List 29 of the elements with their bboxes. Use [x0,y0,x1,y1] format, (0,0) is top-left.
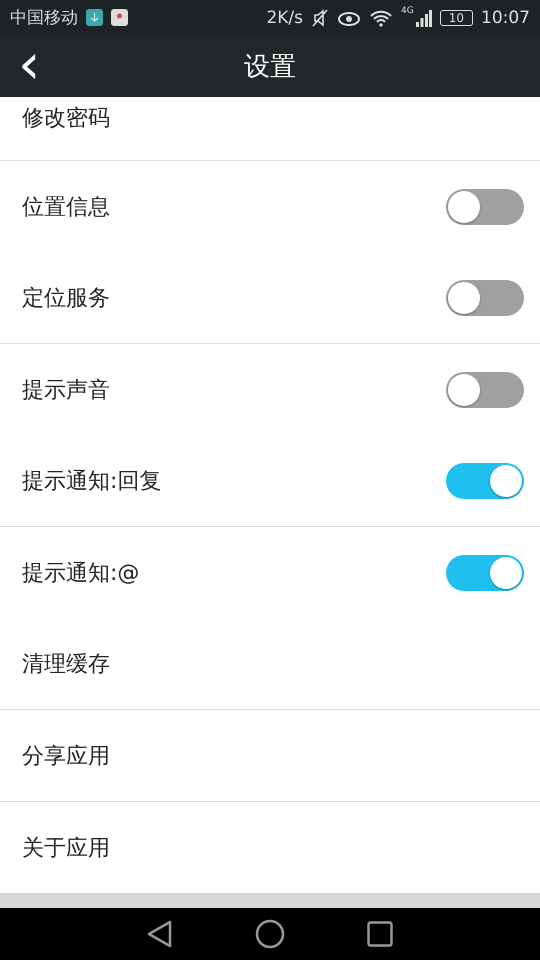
network-type: 4G [401,6,414,16]
toggle-switch[interactable] [446,462,524,499]
setting-label: 提示通知:@ [22,560,140,588]
back-nav-icon[interactable] [147,920,173,948]
toggle-switch[interactable] [446,188,524,225]
network-speed: 2K/s [266,8,304,28]
toggle-switch[interactable] [446,372,524,408]
setting-label[interactable]: 清理缓存 [22,648,524,679]
wifi-icon [369,8,394,27]
download-icon [86,9,103,26]
toggle-switch[interactable] [446,554,524,591]
toggle-switch[interactable] [446,280,524,316]
recents-icon[interactable] [367,920,393,947]
carrier: 中国移动 [10,7,78,30]
setting-label: 提示声音 [22,376,111,405]
mute-icon [311,8,330,27]
back-button[interactable]: ‹ [12,43,46,88]
setting-label[interactable]: 分享应用 [22,740,524,771]
setting-label: 提示通知:回复 [22,468,162,496]
setting-label[interactable]: 修改密码 [22,103,524,134]
setting-label[interactable]: 关于应用 [22,832,524,863]
signal-icon [416,8,432,27]
setting-label: 定位服务 [22,284,111,313]
eye-icon [337,10,362,26]
page-title: 设置 [244,50,296,84]
clock: 10:07 [481,8,530,28]
home-icon[interactable] [255,918,285,949]
battery-level: 10 [440,10,473,26]
setting-label: 位置信息 [22,194,111,222]
